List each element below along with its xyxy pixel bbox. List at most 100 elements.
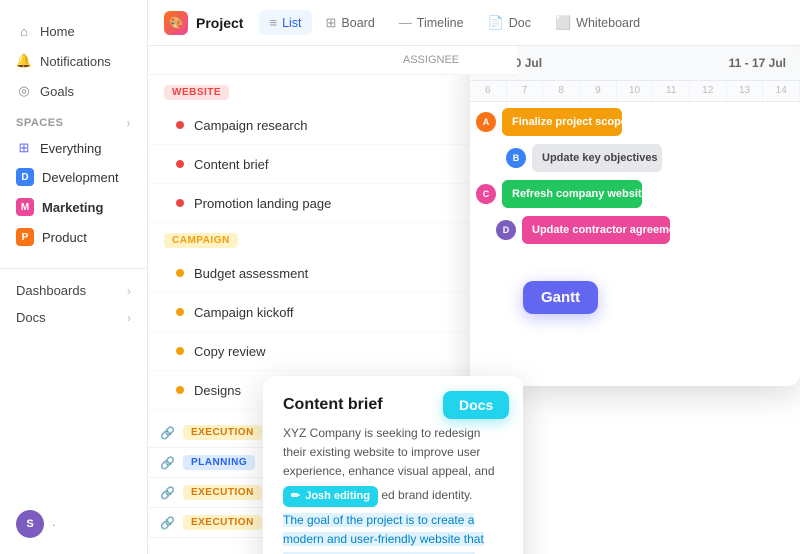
- sidebar-item-label: Goals: [40, 84, 74, 99]
- sidebar-item-dashboards[interactable]: Dashboards ›: [0, 277, 147, 304]
- gantt-bar: Update key objectives: [532, 144, 662, 172]
- board-icon: ⊞: [326, 15, 337, 31]
- editing-badge: ✏ Josh editing: [283, 486, 378, 508]
- sidebar-item-home[interactable]: ⌂ Home: [0, 16, 147, 46]
- space-dot-development: D: [16, 168, 34, 186]
- link-icon: 🔗: [160, 486, 175, 500]
- gantt-day: 12: [690, 81, 727, 101]
- task-name: Content brief: [194, 157, 475, 172]
- gantt-day: 8: [543, 81, 580, 101]
- sidebar-item-goals[interactable]: ◎ Goals: [0, 76, 147, 106]
- gantt-window-header: 04 - 10 Jul 11 - 17 Jul: [470, 46, 800, 81]
- status-badge: EXECUTION: [183, 425, 262, 440]
- gantt-bar-row: B Update key objectives: [506, 144, 794, 172]
- section-tag-campaign: CAMPAIGN: [164, 233, 238, 248]
- sidebar-item-label: Notifications: [40, 54, 111, 69]
- task-name: Budget assessment: [194, 266, 475, 281]
- task-row[interactable]: Campaign research A: [148, 106, 517, 145]
- task-row[interactable]: Campaign kickoff E: [148, 293, 517, 332]
- gantt-days-row: 6 7 8 9 10 11 12 13 14: [470, 81, 800, 102]
- sidebar-item-label: Docs: [16, 310, 46, 325]
- task-name: Promotion landing page: [194, 196, 475, 211]
- section-tag-website: WEBSITE: [164, 85, 229, 100]
- project-icon: 🎨: [164, 11, 188, 35]
- gantt-day: 6: [470, 81, 507, 101]
- top-nav: 🎨 Project ≡ List ⊞ Board — Timeline 📄 Do…: [148, 0, 800, 46]
- tab-timeline[interactable]: — Timeline: [389, 10, 474, 35]
- chevron-right-icon: ›: [127, 311, 131, 325]
- sidebar: ⌂ Home 🔔 Notifications ◎ Goals Spaces › …: [0, 0, 148, 554]
- task-name: Copy review: [194, 344, 475, 359]
- gantt-bar: Refresh company website: [502, 180, 642, 208]
- tab-doc[interactable]: 📄 Doc: [478, 10, 541, 36]
- gantt-bars-area: A Finalize project scope B Update key ob…: [470, 102, 800, 258]
- docs-body-rest: The goal of the project is to create a m…: [283, 513, 484, 554]
- sidebar-bottom-section: Dashboards › Docs ›: [0, 268, 147, 331]
- gantt-bar: Finalize project scope: [502, 108, 622, 136]
- sidebar-item-label: Marketing: [42, 200, 103, 215]
- sidebar-item-marketing[interactable]: M Marketing: [0, 192, 147, 222]
- task-bullet: [176, 308, 184, 316]
- sidebar-item-label: Dashboards: [16, 283, 86, 298]
- home-icon: ⌂: [16, 23, 32, 39]
- doc-icon: 📄: [488, 15, 504, 31]
- main-area: 🎨 Project ≡ List ⊞ Board — Timeline 📄 Do…: [148, 0, 800, 554]
- gantt-badge: Gantt: [523, 281, 598, 314]
- col-assignee-header: ASSIGNEE: [391, 54, 471, 66]
- docs-body-after: ed brand identity.: [381, 488, 472, 502]
- status-badge: EXECUTION: [183, 515, 262, 530]
- gantt-bar: Update contractor agreement: [522, 216, 670, 244]
- sidebar-user[interactable]: S ·: [0, 502, 72, 546]
- table-area: ASSIGNEE WEBSITE Campaign research A Con…: [148, 46, 800, 554]
- bell-icon: 🔔: [16, 53, 32, 69]
- tab-label: Doc: [509, 16, 531, 30]
- tab-list[interactable]: ≡ List: [259, 10, 311, 35]
- task-row[interactable]: Budget assessment D: [148, 254, 517, 293]
- timeline-icon: —: [399, 15, 412, 30]
- link-icon: 🔗: [160, 456, 175, 470]
- avatar: C: [476, 184, 496, 204]
- gantt-week-label2: 11 - 17 Jul: [729, 56, 786, 70]
- avatar: S: [16, 510, 44, 538]
- section-campaign-header: CAMPAIGN: [148, 223, 517, 254]
- link-icon: 🔗: [160, 426, 175, 440]
- sidebar-item-docs[interactable]: Docs ›: [0, 304, 147, 331]
- user-menu-dot: ·: [52, 517, 56, 532]
- sidebar-item-label: Everything: [40, 141, 101, 156]
- tab-board[interactable]: ⊞ Board: [316, 10, 385, 36]
- avatar: D: [496, 220, 516, 240]
- space-dot-product: P: [16, 228, 34, 246]
- list-icon: ≡: [269, 15, 277, 30]
- sidebar-item-notifications[interactable]: 🔔 Notifications: [0, 46, 147, 76]
- avatar: A: [476, 112, 496, 132]
- task-bullet: [176, 386, 184, 394]
- tab-label: List: [282, 16, 301, 30]
- task-row[interactable]: Content brief B: [148, 145, 517, 184]
- task-row[interactable]: Copy review F: [148, 332, 517, 371]
- tab-label: Board: [341, 16, 374, 30]
- status-badge: PLANNING: [183, 455, 255, 470]
- gantt-day: 13: [727, 81, 764, 101]
- avatar: B: [506, 148, 526, 168]
- sidebar-item-product[interactable]: P Product: [0, 222, 147, 252]
- sidebar-item-label: Home: [40, 24, 75, 39]
- task-name: Campaign research: [194, 118, 475, 133]
- gantt-day: 9: [580, 81, 617, 101]
- task-row[interactable]: Promotion landing page C: [148, 184, 517, 223]
- editing-user-label: Josh editing: [305, 488, 370, 506]
- docs-body-before: XYZ Company is seeking to redesign their…: [283, 426, 495, 478]
- chevron-right-icon: ›: [127, 284, 131, 298]
- task-bullet: [176, 121, 184, 129]
- docs-body: XYZ Company is seeking to redesign their…: [283, 424, 503, 554]
- sidebar-item-label: Product: [42, 230, 87, 245]
- gantt-day: 11: [653, 81, 690, 101]
- task-bullet: [176, 269, 184, 277]
- pencil-icon: ✏: [291, 488, 300, 506]
- sidebar-item-development[interactable]: D Development: [0, 162, 147, 192]
- spaces-section: Spaces ›: [0, 106, 147, 134]
- tab-whiteboard[interactable]: ⬜ Whiteboard: [545, 10, 650, 36]
- table-header: ASSIGNEE: [148, 46, 517, 75]
- gantt-window: 04 - 10 Jul 11 - 17 Jul 6 7 8 9 10 11 12…: [470, 46, 800, 386]
- sidebar-item-everything[interactable]: ⊞ Everything: [0, 134, 147, 162]
- gantt-bar-row: D Update contractor agreement: [496, 216, 794, 244]
